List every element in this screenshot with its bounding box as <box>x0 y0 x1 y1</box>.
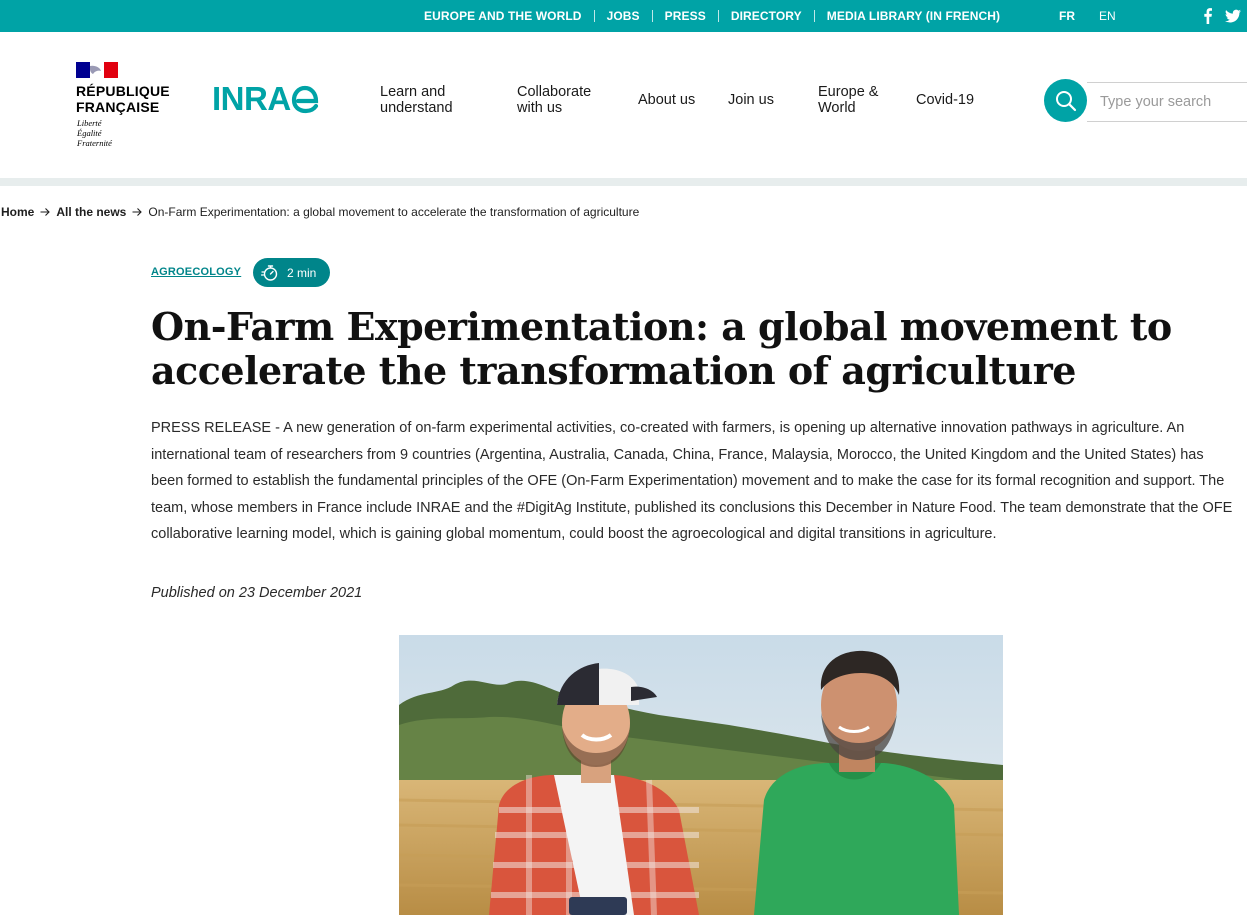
arrow-right-icon <box>132 208 143 216</box>
header-divider <box>0 178 1247 186</box>
inrae-logo-mark: INRA <box>212 80 319 117</box>
nav-covid-19[interactable]: Covid-19 <box>916 92 974 108</box>
nav-about-us[interactable]: About us <box>638 92 695 108</box>
top-link-separator <box>717 10 719 22</box>
read-time-text: 2 min <box>287 265 317 280</box>
category-tag[interactable]: AGROECOLOGY <box>151 266 241 278</box>
language-en[interactable]: EN <box>1099 0 1116 32</box>
site-header: RÉPUBLIQUE FRANÇAISE Liberté Égalité Fra… <box>0 32 1247 178</box>
svg-text:INRA: INRA <box>212 82 291 114</box>
search-bar <box>1044 79 1247 123</box>
publication-date: Published on 23 December 2021 <box>151 585 363 601</box>
nav-collaborate[interactable]: Collaborate with us <box>517 84 591 116</box>
farmers-photo <box>399 635 1003 915</box>
top-link-separator <box>593 10 595 22</box>
top-link-separator <box>651 10 653 22</box>
top-link-jobs[interactable]: JOBS <box>607 9 640 23</box>
nav-learn-understand[interactable]: Learn and understand <box>380 84 453 116</box>
search-input[interactable] <box>1087 82 1247 122</box>
search-icon <box>1056 91 1077 112</box>
top-links: EUROPE AND THE WORLD JOBS PRESS DIRECTOR… <box>424 0 1000 32</box>
top-link-directory[interactable]: DIRECTORY <box>731 9 802 23</box>
twitter-icon[interactable] <box>1225 8 1241 24</box>
read-time-badge: 2 min <box>253 258 330 287</box>
top-link-separator <box>813 10 815 22</box>
nav-europe-world[interactable]: Europe & World <box>818 84 878 116</box>
top-link-press[interactable]: PRESS <box>665 9 706 23</box>
republique-francaise-logo[interactable]: RÉPUBLIQUE FRANÇAISE Liberté Égalité Fra… <box>76 62 186 152</box>
marianne-flag-icon <box>76 62 118 78</box>
breadcrumb-current: On-Farm Experimentation: a global moveme… <box>148 205 640 219</box>
breadcrumb-all-news[interactable]: All the news <box>56 205 126 219</box>
rf-motto: Liberté Égalité Fraternité <box>77 118 112 148</box>
rf-title: RÉPUBLIQUE FRANÇAISE <box>76 83 170 115</box>
top-utility-bar: EUROPE AND THE WORLD JOBS PRESS DIRECTOR… <box>0 0 1247 32</box>
top-link-europe-world[interactable]: EUROPE AND THE WORLD <box>424 9 582 23</box>
search-button[interactable] <box>1044 79 1087 122</box>
article-hero-image <box>399 635 1003 915</box>
language-fr[interactable]: FR <box>1059 0 1075 32</box>
nav-join-us[interactable]: Join us <box>728 92 774 108</box>
breadcrumb-home[interactable]: Home <box>1 205 34 219</box>
article-intro: PRESS RELEASE - A new generation of on-f… <box>151 420 1233 543</box>
facebook-icon[interactable] <box>1200 8 1216 24</box>
inrae-logo[interactable]: INRA <box>212 80 322 117</box>
arrow-right-icon <box>40 208 51 216</box>
breadcrumb: Home All the news On-Farm Experimentatio… <box>1 205 639 219</box>
article-title: On-Farm Experimentation: a global moveme… <box>151 304 1172 393</box>
stopwatch-icon <box>261 264 278 281</box>
top-link-media-library[interactable]: MEDIA LIBRARY (IN FRENCH) <box>827 9 1000 23</box>
